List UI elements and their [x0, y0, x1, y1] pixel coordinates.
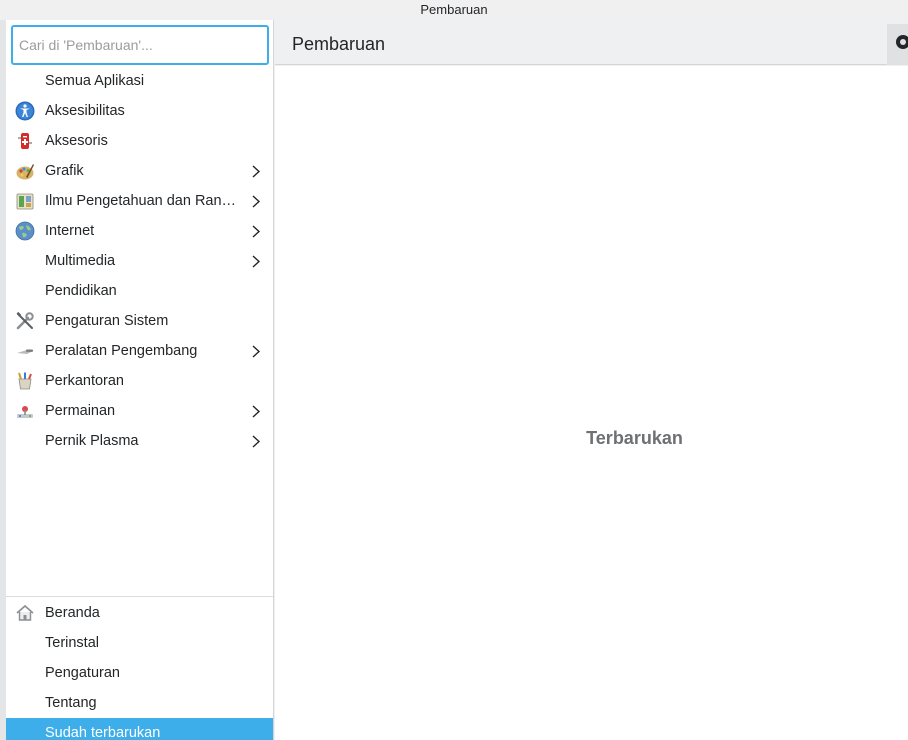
system-settings-icon — [16, 311, 34, 330]
page-header: Pembaruan — [275, 20, 887, 65]
category-item-aksesoris[interactable]: Aksesoris — [6, 126, 273, 156]
category-label: Pengaturan Sistem — [45, 313, 169, 329]
category-label: Multimedia — [45, 253, 116, 269]
category-item-ilmu-pengetahuan[interactable]: Ilmu Pengetahuan dan Ran… — [6, 186, 273, 216]
search-box — [11, 25, 269, 65]
category-item-grafik[interactable]: Grafik — [6, 156, 273, 186]
nav-label: Terinstal — [45, 635, 99, 651]
category-item-internet[interactable]: Internet — [6, 216, 273, 246]
nav-label: Beranda — [45, 605, 100, 621]
nav-item-pengaturan[interactable]: Pengaturan — [6, 658, 273, 688]
category-item-semua-aplikasi[interactable]: Semua Aplikasi — [6, 66, 273, 96]
category-label: Internet — [45, 223, 95, 239]
category-label: Aksesibilitas — [45, 103, 125, 119]
nav-label: Sudah terbarukan — [45, 725, 161, 740]
category-label: Pendidikan — [45, 283, 117, 299]
sidebar: Semua Aplikasi Aksesibilitas Aksesoris — [6, 20, 274, 740]
header-action-button[interactable] — [887, 24, 908, 65]
category-label: Pernik Plasma — [45, 433, 139, 449]
nav-item-beranda[interactable]: Beranda — [6, 598, 273, 628]
main-content: Terbarukan — [275, 66, 908, 740]
category-label: Peralatan Pengembang — [45, 343, 198, 359]
sidebar-divider — [6, 596, 273, 597]
navigation-list: Beranda Terinstal Pengaturan Tentang Sud… — [6, 598, 273, 740]
refresh-icon — [896, 35, 908, 49]
category-item-pengaturan-sistem[interactable]: Pengaturan Sistem — [6, 306, 273, 336]
games-icon — [17, 406, 33, 418]
nav-item-sudah-terbarukan[interactable]: Sudah terbarukan — [6, 718, 273, 740]
accessibility-icon — [15, 101, 35, 121]
empty-state-message: Terbarukan — [586, 428, 683, 448]
graphics-icon — [16, 164, 34, 180]
page-title: Pembaruan — [292, 34, 386, 54]
internet-globe-icon — [15, 221, 35, 241]
chevron-right-icon — [252, 255, 261, 268]
home-icon — [16, 604, 34, 621]
chevron-right-icon — [252, 435, 261, 448]
category-list: Semua Aplikasi Aksesibilitas Aksesoris G… — [6, 66, 273, 456]
chevron-right-icon — [252, 165, 261, 178]
nav-item-terinstal[interactable]: Terinstal — [6, 628, 273, 658]
nav-item-tentang[interactable]: Tentang — [6, 688, 273, 718]
chevron-right-icon — [252, 225, 261, 238]
chevron-right-icon — [252, 195, 261, 208]
category-label: Aksesoris — [45, 133, 108, 149]
category-item-multimedia[interactable]: Multimedia — [6, 246, 273, 276]
category-item-pendidikan[interactable]: Pendidikan — [6, 276, 273, 306]
category-label: Semua Aplikasi — [45, 73, 145, 89]
accessories-icon — [18, 133, 32, 149]
category-label: Ilmu Pengetahuan dan Ran… — [45, 193, 237, 209]
window-title: Pembaruan — [0, 0, 908, 20]
category-item-pernik-plasma[interactable]: Pernik Plasma — [6, 426, 273, 456]
category-item-aksesibilitas[interactable]: Aksesibilitas — [6, 96, 273, 126]
office-icon — [18, 372, 32, 390]
nav-label: Pengaturan — [45, 665, 120, 681]
category-label: Grafik — [45, 163, 84, 179]
nav-label: Tentang — [45, 695, 97, 711]
search-input[interactable] — [11, 25, 269, 65]
developer-tools-icon — [17, 349, 33, 354]
science-icon — [16, 193, 34, 210]
category-item-peralatan-pengembang[interactable]: Peralatan Pengembang — [6, 336, 273, 366]
category-label: Permainan — [45, 403, 116, 419]
chevron-right-icon — [252, 345, 261, 358]
category-item-perkantoran[interactable]: Perkantoran — [6, 366, 273, 396]
chevron-right-icon — [252, 405, 261, 418]
category-label: Perkantoran — [45, 373, 124, 389]
category-item-permainan[interactable]: Permainan — [6, 396, 273, 426]
